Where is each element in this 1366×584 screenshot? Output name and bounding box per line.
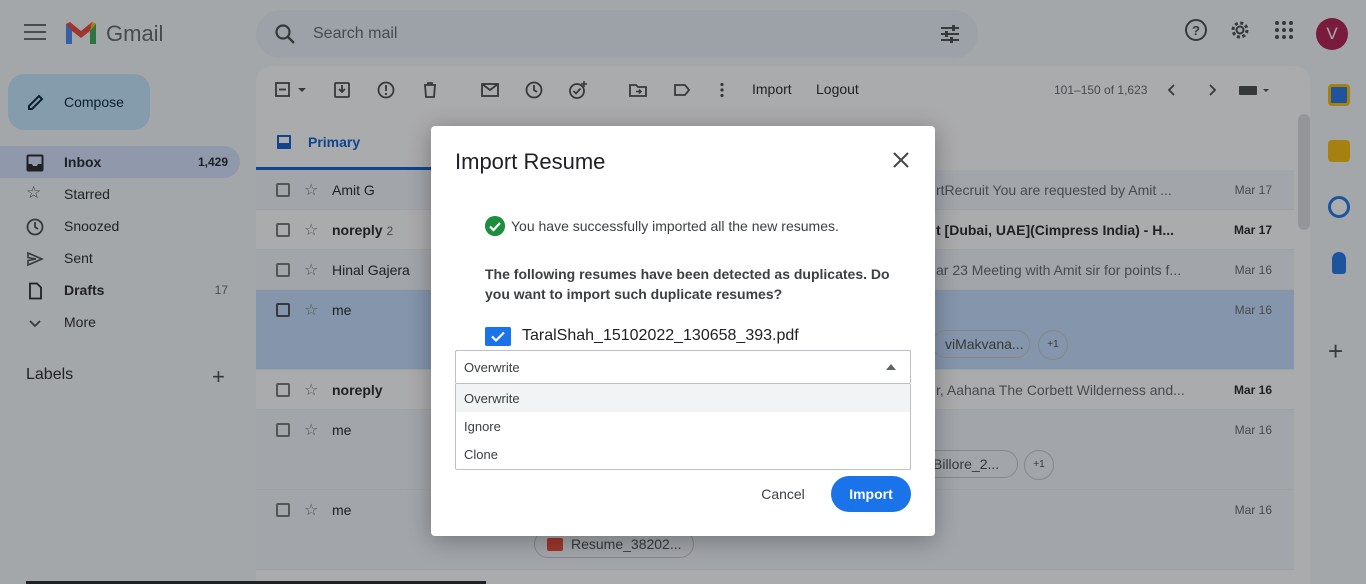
dialog-title: Import Resume	[455, 149, 606, 174]
chevron-up-icon	[886, 364, 896, 370]
import-resume-dialog: Import Resume You have successfully impo…	[431, 126, 935, 536]
import-button[interactable]: Import	[831, 476, 911, 512]
success-message: You have successfully imported all the n…	[485, 216, 905, 236]
duplicate-file-item: TaralShah_15102022_130658_393.pdf	[485, 326, 905, 346]
close-icon[interactable]	[891, 150, 911, 170]
file-checkbox-checked[interactable]	[485, 327, 511, 346]
option-clone[interactable]: Clone	[456, 440, 910, 468]
duplicate-action-options: Overwrite Ignore Clone	[455, 384, 911, 470]
check-circle-icon	[485, 216, 505, 236]
cancel-button[interactable]: Cancel	[749, 477, 817, 511]
duplicate-action-select[interactable]: Overwrite	[455, 350, 911, 384]
duplicate-file-name: TaralShah_15102022_130658_393.pdf	[522, 327, 799, 344]
selected-action: Overwrite	[464, 360, 520, 375]
success-text: You have successfully imported all the n…	[511, 218, 839, 234]
option-overwrite[interactable]: Overwrite	[456, 384, 910, 412]
option-ignore[interactable]: Ignore	[456, 412, 910, 440]
duplicate-question: The following resumes have been detected…	[485, 266, 890, 302]
